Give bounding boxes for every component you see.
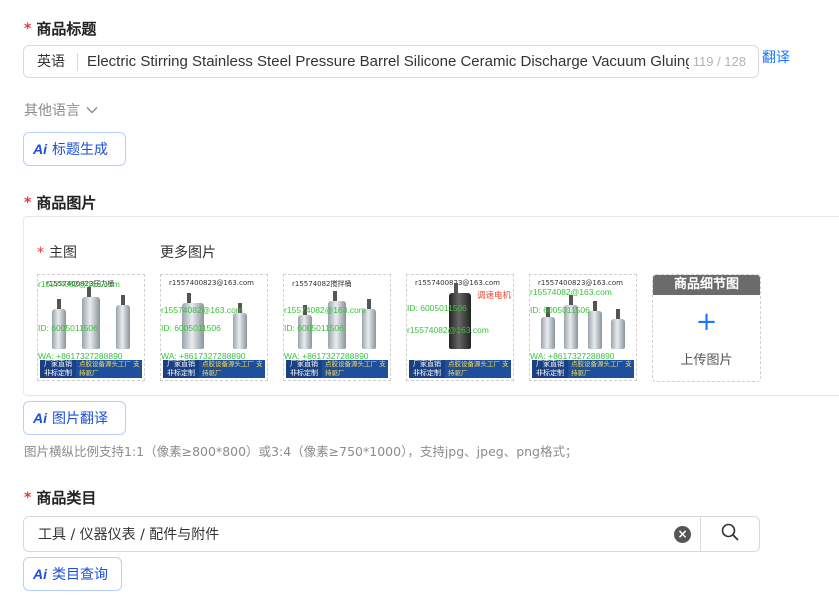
- translate-link[interactable]: 翻译: [762, 47, 790, 67]
- plus-icon: +: [695, 307, 718, 337]
- char-count: 119 / 128: [692, 54, 746, 69]
- image-banner: 厂家直销 非标定制 点胶设备源头工厂 支持驱厂: [532, 360, 634, 378]
- other-languages-label: 其他语言: [24, 103, 80, 119]
- main-image-label: * 主图: [37, 245, 77, 261]
- more-images-label: 更多图片: [160, 245, 216, 261]
- title-input[interactable]: 英语 Electric Stirring Stainless Steel Pre…: [23, 45, 759, 78]
- category-input[interactable]: 工具 / 仪器仪表 / 配件与附件 ×: [23, 516, 760, 552]
- other-languages-toggle[interactable]: 其他语言: [24, 100, 98, 120]
- category-section-label: * 商品类目: [24, 487, 96, 508]
- product-photo: [290, 291, 384, 349]
- product-image-thumbnail[interactable]: r1557400823压力桶 r15574082@163.com ID: 600…: [37, 274, 145, 381]
- required-mark: *: [24, 20, 32, 37]
- required-mark: *: [24, 194, 32, 211]
- image-banner: 厂家直销 非标定制 点胶设备源头工厂 支持驱厂: [163, 360, 265, 378]
- ai-title-generate-button[interactable]: Ai 标题生成: [23, 132, 126, 166]
- product-image-thumbnail[interactable]: r1557400823@163.com r15574082@163.com ID…: [160, 274, 268, 381]
- images-label: 商品图片: [36, 194, 97, 212]
- category-value[interactable]: 工具 / 仪器仪表 / 配件与附件: [24, 524, 674, 544]
- ai-icon: Ai: [33, 566, 47, 582]
- product-photo: [536, 291, 630, 349]
- product-image-thumbnail[interactable]: r1557400823@163.com r15574082@163.com ID…: [529, 274, 637, 381]
- ai-icon: Ai: [33, 141, 47, 157]
- ai-category-query-label: 类目查询: [52, 567, 108, 583]
- required-mark: *: [24, 489, 32, 506]
- title-label: 商品标题: [36, 20, 97, 38]
- ai-image-translate-label: 图片翻译: [52, 411, 108, 427]
- category-label: 商品类目: [36, 489, 97, 507]
- chevron-down-icon: [86, 102, 98, 118]
- detail-image-header: 商品细节图: [653, 275, 760, 295]
- product-image-thumbnail[interactable]: r1557400823@163.com 调速电机 ID: 6005011506 …: [406, 274, 514, 381]
- language-prefix[interactable]: 英语: [24, 52, 78, 71]
- ai-image-translate-button[interactable]: Ai 图片翻译: [23, 401, 126, 435]
- ai-category-query-button[interactable]: Ai 类目查询: [23, 557, 122, 591]
- clear-icon[interactable]: ×: [674, 525, 691, 543]
- image-banner: 厂家直销 非标定制 点胶设备源头工厂 支持驱厂: [40, 360, 142, 378]
- required-mark: *: [37, 245, 44, 261]
- image-format-hint: 图片横纵比例支持1:1（像素≥800*800）或3:4（像素≥750*1000）…: [24, 444, 578, 459]
- ai-icon: Ai: [33, 410, 47, 426]
- title-value[interactable]: Electric Stirring Stainless Steel Pressu…: [78, 53, 689, 70]
- upload-image-label: 上传图片: [680, 353, 733, 368]
- search-button[interactable]: [700, 517, 759, 551]
- search-icon: [721, 523, 739, 545]
- image-banner: 厂家直销 非标定制 点胶设备源头工厂 支持驱厂: [409, 360, 511, 378]
- images-section-label: * 商品图片: [24, 192, 96, 213]
- product-image-thumbnail[interactable]: r15574082搅拌桶 r15574082@163.com ID: 60050…: [283, 274, 391, 381]
- detail-image-upload[interactable]: 商品细节图 + 上传图片: [652, 274, 761, 382]
- title-section-label: * 商品标题: [24, 18, 96, 39]
- image-banner: 厂家直销 非标定制 点胶设备源头工厂 支持驱厂: [286, 360, 388, 378]
- product-photo: [44, 287, 138, 349]
- ai-title-generate-label: 标题生成: [52, 142, 108, 158]
- product-photo: [167, 291, 261, 349]
